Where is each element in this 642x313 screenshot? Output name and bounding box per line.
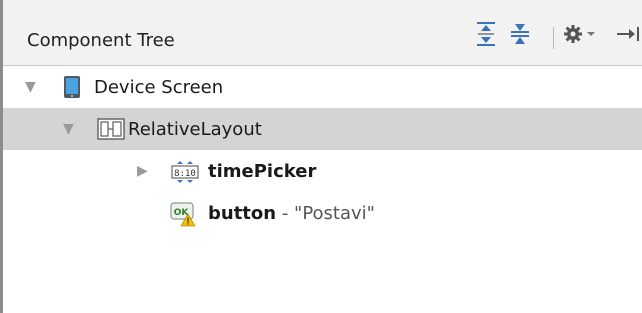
relative-layout-icon: [97, 118, 125, 144]
tree-row-relative-layout[interactable]: ▼ RelativeLayout: [3, 108, 642, 150]
tree-row-time-picker[interactable]: ▶ 8:10 timePicker: [3, 150, 642, 192]
hide-panel-icon[interactable]: [615, 24, 642, 48]
time-picker-icon: 8:10: [171, 160, 199, 188]
expand-arrow-icon[interactable]: ▼: [63, 121, 74, 137]
collapsed-arrow-icon[interactable]: ▶: [137, 163, 148, 179]
button-warning-icon: OK: [169, 200, 197, 232]
device-screen-icon: [63, 75, 81, 103]
collapse-all-icon[interactable]: [509, 21, 531, 51]
tree-label-button: button - "Postavi": [208, 203, 375, 224]
tree-label-time-picker: timePicker: [208, 161, 317, 182]
tree-row-device-screen[interactable]: ▼ Device Screen: [3, 66, 642, 108]
gear-icon[interactable]: [563, 23, 599, 49]
tree-label-device-screen: Device Screen: [94, 77, 224, 98]
tree-label-relative-layout: RelativeLayout: [128, 119, 262, 140]
tree-row-button[interactable]: OK button - "Postavi": [3, 192, 642, 234]
expand-all-icon[interactable]: [475, 21, 497, 51]
label-separator: -: [276, 203, 295, 224]
expand-arrow-icon[interactable]: ▼: [25, 79, 36, 95]
button-id: button: [208, 203, 277, 224]
button-text: "Postavi": [294, 203, 375, 224]
toolbar-separator: [553, 27, 554, 49]
panel-header: Component Tree: [3, 0, 642, 66]
panel-title: Component Tree: [27, 30, 175, 51]
svg-text:8:10: 8:10: [174, 169, 196, 179]
